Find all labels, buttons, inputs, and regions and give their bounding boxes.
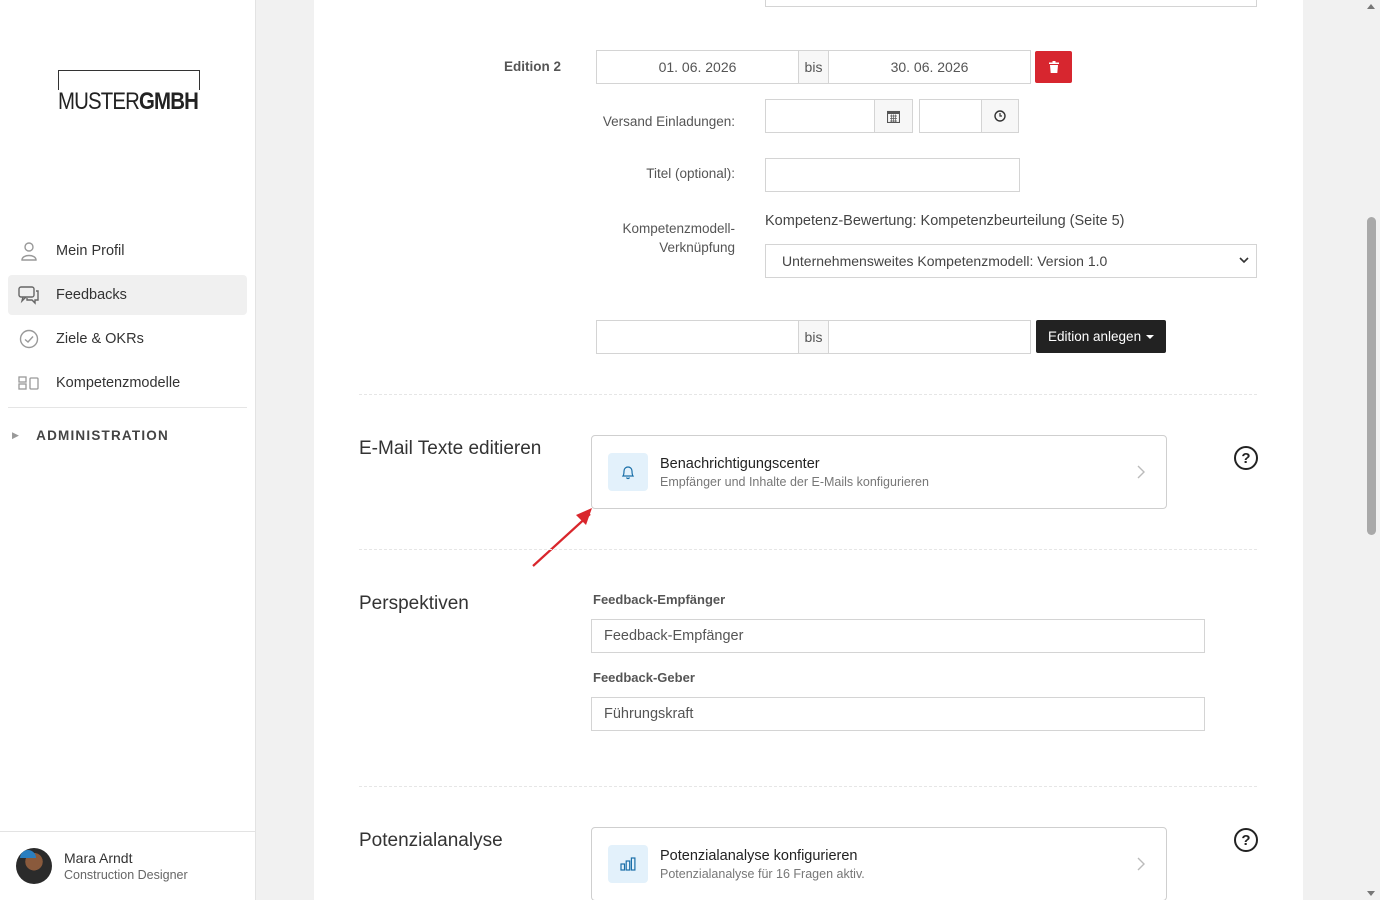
nav-item-feedbacks[interactable]: Feedbacks bbox=[8, 275, 247, 315]
scroll-up-arrow-icon[interactable] bbox=[1367, 4, 1375, 9]
bell-icon bbox=[608, 453, 648, 491]
nav-label: Kompetenzmodelle bbox=[56, 375, 181, 391]
scrollbar-thumb[interactable] bbox=[1367, 217, 1376, 535]
kompetenz-label: Kompetenzmodell-Verknüpfung bbox=[622, 221, 735, 255]
card-subtitle: Potenzialanalyse für 16 Fragen aktiv. bbox=[660, 866, 865, 881]
benachrichtigungscenter-card[interactable]: Benachrichtigungscenter Empfänger und In… bbox=[591, 435, 1167, 509]
card-title: Benachrichtigungscenter bbox=[660, 455, 820, 472]
help-icon[interactable]: ? bbox=[1234, 446, 1258, 470]
chevron-down-icon bbox=[1239, 257, 1249, 264]
user-role: Construction Designer bbox=[64, 868, 188, 882]
scroll-down-arrow-icon[interactable] bbox=[1367, 891, 1375, 896]
section-divider bbox=[359, 549, 1257, 550]
chevron-right-icon bbox=[1137, 857, 1145, 871]
logo-text: MUSTERGMBH bbox=[58, 90, 202, 114]
caret-down-icon bbox=[1146, 334, 1155, 339]
sidebar: MUSTERGMBH Mein Profil Feedbacks Ziele &… bbox=[0, 0, 256, 900]
company-logo[interactable]: MUSTERGMBH bbox=[58, 70, 202, 114]
titel-label: Titel (optional): bbox=[646, 166, 735, 181]
main-content: Edition 2 01. 06. 2026 bis 30. 06. 2026 … bbox=[314, 0, 1303, 900]
chevron-right-icon bbox=[1137, 465, 1145, 479]
empfaenger-input[interactable]: Feedback-Empfänger bbox=[591, 619, 1205, 653]
previous-field[interactable] bbox=[765, 0, 1257, 7]
versand-time-input[interactable] bbox=[919, 99, 982, 133]
user-name: Mara Arndt bbox=[64, 850, 133, 866]
new-date-range-separator: bis bbox=[798, 320, 829, 354]
new-edition-end[interactable] bbox=[828, 320, 1031, 354]
geber-label: Feedback-Geber bbox=[593, 670, 695, 685]
edition-end-date[interactable]: 30. 06. 2026 bbox=[828, 50, 1031, 84]
email-section-title: E-Mail Texte editieren bbox=[359, 438, 542, 459]
annotation-arrow-icon bbox=[532, 508, 592, 567]
delete-edition-button[interactable] bbox=[1035, 51, 1072, 83]
select-value: Unternehmensweites Kompetenzmodell: Vers… bbox=[782, 253, 1108, 269]
empfaenger-label: Feedback-Empfänger bbox=[593, 592, 726, 607]
calendar-icon bbox=[887, 110, 900, 123]
perspektiven-title: Perspektiven bbox=[359, 593, 469, 614]
card-title: Potenzialanalyse konfigurieren bbox=[660, 847, 858, 864]
section-divider bbox=[359, 394, 1257, 395]
admin-label: ADMINISTRATION bbox=[36, 428, 169, 443]
expand-triangle-icon: ▶ bbox=[12, 430, 21, 440]
date-range-separator: bis bbox=[798, 50, 829, 84]
section-divider bbox=[359, 786, 1257, 787]
edition-anlegen-button[interactable]: Edition anlegen bbox=[1036, 320, 1167, 353]
geber-input[interactable]: Führungskraft bbox=[591, 697, 1205, 731]
new-edition-start[interactable] bbox=[596, 320, 799, 354]
nav-item-ziele-okrs[interactable]: Ziele & OKRs bbox=[8, 319, 247, 359]
user-profile[interactable]: Mara Arndt Construction Designer bbox=[0, 831, 255, 900]
grid-icon bbox=[18, 372, 40, 394]
clock-button[interactable] bbox=[981, 99, 1019, 133]
card-subtitle: Empfänger und Inhalte der E-Mails konfig… bbox=[660, 474, 929, 489]
button-label: Edition anlegen bbox=[1048, 329, 1142, 344]
nav-label: Ziele & OKRs bbox=[56, 331, 144, 347]
nav-label: Feedbacks bbox=[56, 287, 127, 303]
edition-label: Edition 2 bbox=[504, 59, 561, 74]
titel-input[interactable] bbox=[765, 158, 1020, 192]
main-nav: Mein Profil Feedbacks Ziele & OKRs Kompe… bbox=[8, 231, 247, 407]
chat-icon bbox=[18, 284, 40, 306]
nav-item-administration[interactable]: ▶ ADMINISTRATION bbox=[12, 428, 169, 443]
kompetenz-text: Kompetenz-Bewertung: Kompetenzbeurteilun… bbox=[765, 213, 1125, 229]
help-icon[interactable]: ? bbox=[1234, 828, 1258, 852]
nav-divider bbox=[8, 407, 247, 408]
avatar bbox=[16, 848, 52, 884]
check-circle-icon bbox=[18, 328, 40, 350]
trash-icon bbox=[1048, 61, 1059, 73]
edition-start-date[interactable]: 01. 06. 2026 bbox=[596, 50, 799, 84]
scrollbar[interactable] bbox=[1363, 0, 1380, 900]
clock-icon bbox=[994, 110, 1006, 122]
nav-item-mein-profil[interactable]: Mein Profil bbox=[8, 231, 247, 271]
kompetenzmodell-select[interactable]: Unternehmensweites Kompetenzmodell: Vers… bbox=[765, 244, 1257, 278]
versand-date-input[interactable] bbox=[765, 99, 876, 133]
user-icon bbox=[18, 240, 40, 262]
versand-label: Versand Einladungen: bbox=[602, 114, 735, 129]
calendar-button[interactable] bbox=[874, 99, 913, 133]
potenzialanalyse-card[interactable]: Potenzialanalyse konfigurieren Potenzial… bbox=[591, 827, 1167, 900]
potenzial-title: Potenzialanalyse bbox=[359, 830, 503, 851]
nav-label: Mein Profil bbox=[56, 243, 125, 259]
bar-chart-icon bbox=[608, 845, 648, 883]
nav-item-kompetenzmodelle[interactable]: Kompetenzmodelle bbox=[8, 363, 247, 403]
